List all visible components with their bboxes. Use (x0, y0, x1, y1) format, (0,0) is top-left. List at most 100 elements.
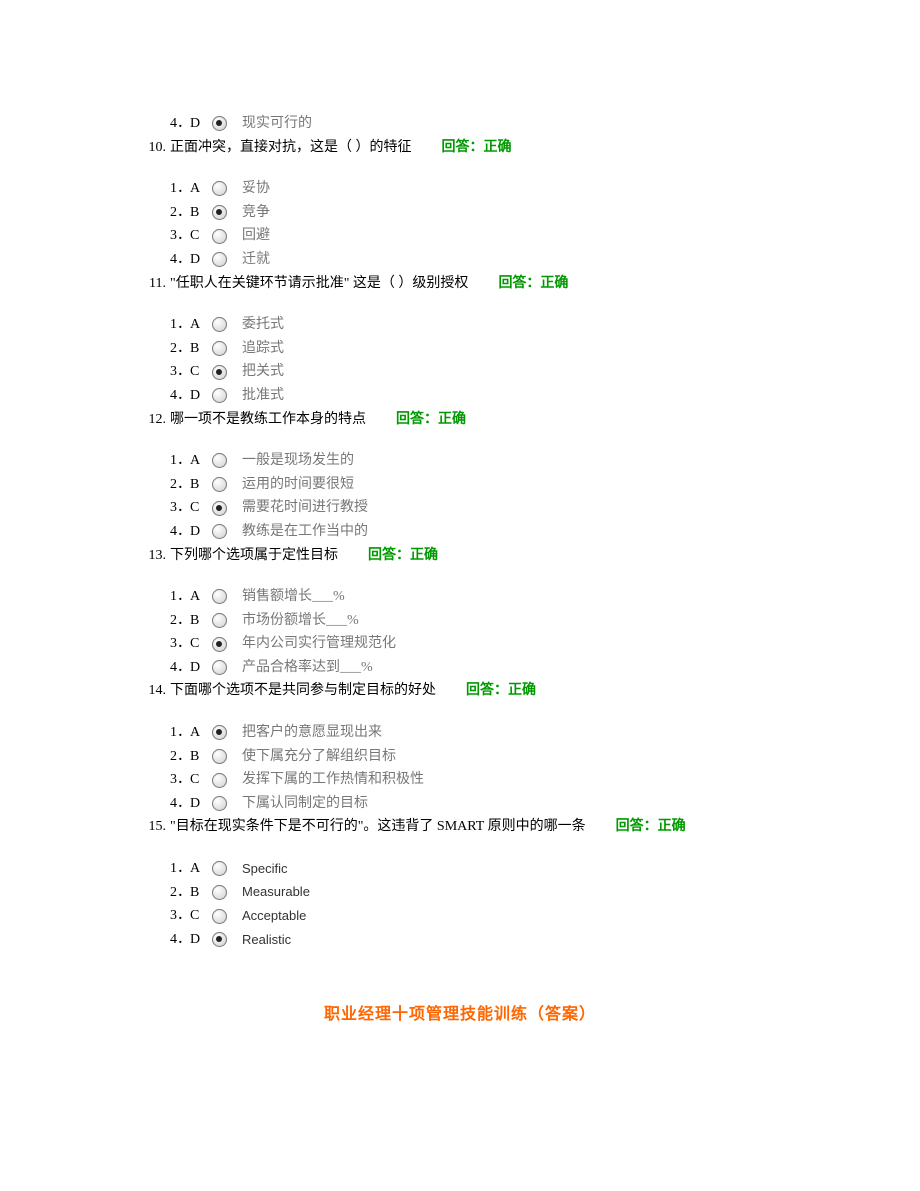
answer-correct-label: 回答：正确 (396, 410, 466, 430)
radio-unchecked-icon[interactable] (212, 252, 227, 267)
radio-unchecked-icon[interactable] (212, 453, 227, 468)
option-text: 销售额增长___% (242, 587, 345, 607)
option-text: 回避 (242, 226, 270, 246)
option-letter: B (190, 203, 212, 223)
option-text: 下属认同制定的目标 (242, 794, 368, 814)
radio-wrap (212, 501, 236, 516)
option-text: 现实可行的 (242, 114, 312, 134)
radio-unchecked-icon[interactable] (212, 796, 227, 811)
radio-wrap (212, 524, 236, 539)
radio-unchecked-icon[interactable] (212, 181, 227, 196)
option-text: 使下属充分了解组织目标 (242, 747, 396, 767)
radio-checked-icon[interactable] (212, 725, 227, 740)
option-row: 2．B 竞争 (170, 203, 780, 223)
option-number: 3． (170, 226, 190, 246)
question-text: "任职人在关键环节请示批准" 这是（ ）级别授权 (170, 274, 468, 294)
radio-unchecked-icon[interactable] (212, 909, 227, 924)
option-letter: A (190, 587, 212, 607)
radio-unchecked-icon[interactable] (212, 317, 227, 332)
radio-wrap (212, 885, 236, 900)
radio-wrap (212, 909, 236, 924)
option-letter: C (190, 226, 212, 246)
option-text: 一般是现场发生的 (242, 451, 354, 471)
option-number: 1． (170, 723, 190, 743)
question-row: 10.正面冲突，直接对抗，这是（ ）的特征回答：正确 (140, 138, 780, 158)
option-text: 竞争 (242, 203, 270, 223)
option-number: 1． (170, 451, 190, 471)
radio-wrap (212, 773, 236, 788)
document-page: 4． D 现实可行的 10.正面冲突，直接对抗，这是（ ）的特征回答：正确1．A… (0, 0, 920, 1191)
radio-unchecked-icon[interactable] (212, 524, 227, 539)
option-number: 3． (170, 770, 190, 790)
question-number: 14. (140, 681, 166, 701)
question-text: 下列哪个选项属于定性目标 (170, 546, 338, 566)
radio-checked-icon[interactable] (212, 205, 227, 220)
option-text: 市场份额增长___% (242, 611, 359, 631)
radio-wrap (212, 229, 236, 244)
option-letter: A (190, 451, 212, 471)
radio-wrap (212, 725, 236, 740)
option-number: 3． (170, 906, 190, 926)
option-row: 1．A把客户的意愿显现出来 (170, 723, 780, 743)
option-number: 1． (170, 315, 190, 335)
option-row: 3．C 回避 (170, 226, 780, 246)
option-letter: C (190, 362, 212, 382)
option-row: 2．B追踪式 (170, 339, 780, 359)
answer-correct-label: 回答：正确 (466, 681, 536, 701)
option-row: 2．B运用的时间要很短 (170, 475, 780, 495)
radio-wrap (212, 589, 236, 604)
option-text: Specific (242, 860, 288, 878)
option-letter: A (190, 179, 212, 199)
radio-unchecked-icon[interactable] (212, 861, 227, 876)
question-number: 11. (140, 274, 166, 294)
radio-unchecked-icon[interactable] (212, 589, 227, 604)
option-text: 运用的时间要很短 (242, 475, 354, 495)
radio-wrap (212, 796, 236, 811)
radio-checked-icon[interactable] (212, 365, 227, 380)
question-text: 下面哪个选项不是共同参与制定目标的好处 (170, 681, 436, 701)
option-letter: B (190, 339, 212, 359)
radio-unchecked-icon[interactable] (212, 749, 227, 764)
radio-wrap (212, 613, 236, 628)
option-letter: B (190, 747, 212, 767)
radio-wrap (212, 365, 236, 380)
option-row: 1．ASpecific (170, 859, 780, 879)
option-letter: B (190, 611, 212, 631)
radio-wrap (212, 252, 236, 267)
option-number: 1． (170, 179, 190, 199)
radio-checked-icon[interactable] (212, 932, 227, 947)
radio-unchecked-icon[interactable] (212, 229, 227, 244)
radio-checked-icon[interactable] (212, 116, 227, 131)
option-number: 1． (170, 859, 190, 879)
option-letter: D (190, 930, 212, 950)
question-text: "目标在现实条件下是不可行的"。这违背了 SMART 原则中的哪一条 (170, 817, 586, 837)
option-number: 3． (170, 362, 190, 382)
option-number: 2． (170, 203, 190, 223)
option-letter: A (190, 723, 212, 743)
option-text: Realistic (242, 931, 291, 949)
radio-unchecked-icon[interactable] (212, 477, 227, 492)
option-text: 发挥下属的工作热情和积极性 (242, 770, 424, 790)
radio-unchecked-icon[interactable] (212, 660, 227, 675)
spacer (140, 437, 780, 447)
radio-unchecked-icon[interactable] (212, 388, 227, 403)
question-text: 哪一项不是教练工作本身的特点 (170, 410, 366, 430)
option-row: 2．BMeasurable (170, 883, 780, 903)
option-letter: D (190, 522, 212, 542)
radio-unchecked-icon[interactable] (212, 341, 227, 356)
radio-wrap (212, 660, 236, 675)
option-text: 批准式 (242, 386, 284, 406)
radio-checked-icon[interactable] (212, 637, 227, 652)
option-number: 2． (170, 747, 190, 767)
radio-wrap (212, 341, 236, 356)
option-row: 3．CAcceptable (170, 906, 780, 926)
option-text: 教练是在工作当中的 (242, 522, 368, 542)
radio-unchecked-icon[interactable] (212, 885, 227, 900)
option-number: 2． (170, 339, 190, 359)
radio-checked-icon[interactable] (212, 501, 227, 516)
option-letter: D (190, 250, 212, 270)
radio-unchecked-icon[interactable] (212, 773, 227, 788)
radio-unchecked-icon[interactable] (212, 613, 227, 628)
option-text: 年内公司实行管理规范化 (242, 634, 396, 654)
answer-correct-label: 回答：正确 (442, 138, 512, 158)
